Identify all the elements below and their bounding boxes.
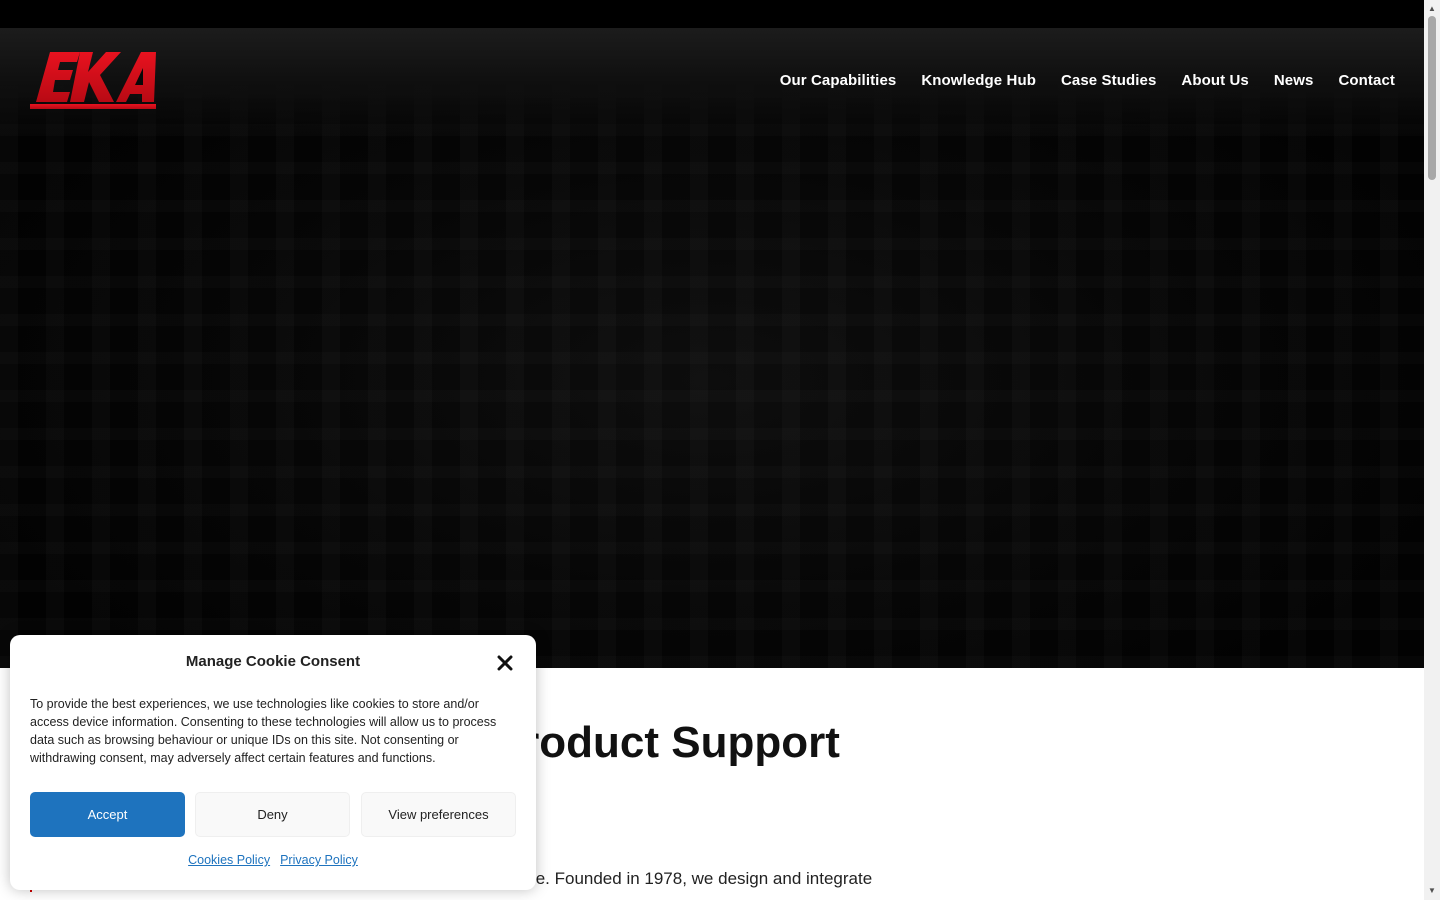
nav-contact[interactable]: Contact [1338, 72, 1395, 89]
view-preferences-button[interactable]: View preferences [361, 792, 516, 837]
cookie-dialog-message: To provide the best experiences, we use … [30, 697, 497, 765]
cookie-dialog-title: Manage Cookie Consent [185, 653, 361, 670]
cookie-policy-links: Cookies Policy Privacy Policy [10, 853, 536, 867]
nav-our-capabilities[interactable]: Our Capabilities [780, 72, 897, 89]
eka-logo[interactable] [30, 52, 156, 112]
scrollbar-thumb[interactable] [1428, 16, 1436, 180]
nav-about-us[interactable]: About Us [1181, 72, 1248, 89]
privacy-policy-link[interactable]: Privacy Policy [280, 853, 358, 867]
scroll-down-icon[interactable]: ▼ [1424, 884, 1440, 898]
nav-news[interactable]: News [1274, 72, 1314, 89]
deny-button[interactable]: Deny [195, 792, 350, 837]
nav-knowledge-hub[interactable]: Knowledge Hub [921, 72, 1036, 89]
cookie-consent-dialog: Manage Cookie Consent To provide the bes… [10, 635, 536, 890]
close-icon[interactable] [495, 653, 515, 673]
main-navigation: Our Capabilities Knowledge Hub Case Stud… [780, 72, 1395, 89]
nav-case-studies[interactable]: Case Studies [1061, 72, 1156, 89]
top-bar [0, 0, 1424, 28]
eka-logo-mark [30, 52, 156, 109]
hero-section: Our Capabilities Knowledge Hub Case Stud… [0, 28, 1424, 668]
scroll-up-icon[interactable]: ▲ [1424, 2, 1440, 16]
accept-button[interactable]: Accept [30, 792, 185, 837]
cookies-policy-link[interactable]: Cookies Policy [188, 853, 270, 867]
page-scrollbar[interactable]: ▲ ▼ [1424, 0, 1440, 900]
